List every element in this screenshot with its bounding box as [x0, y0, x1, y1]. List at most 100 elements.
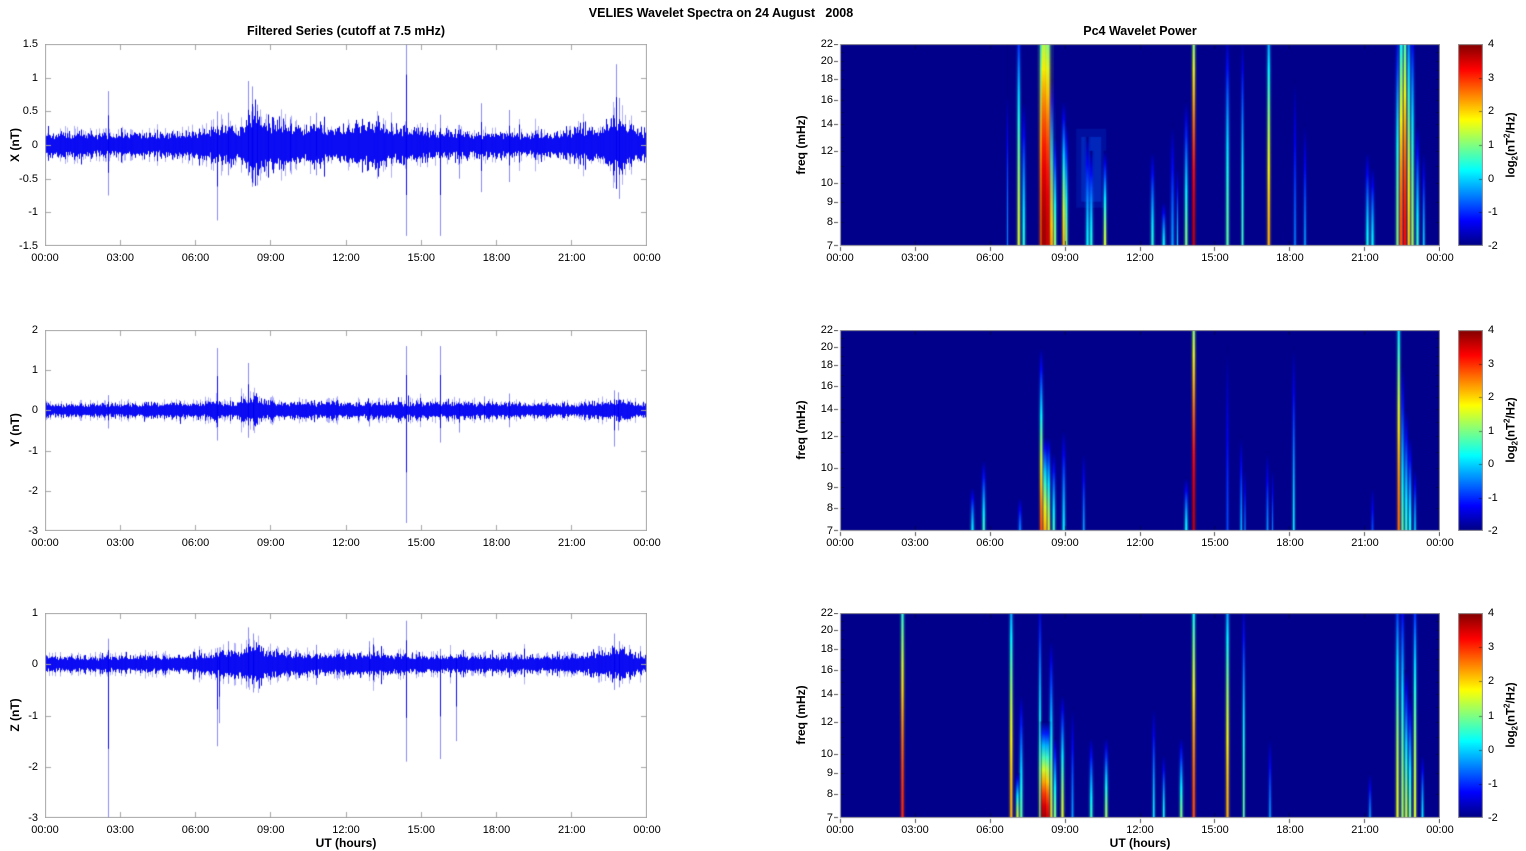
time-axis-tick-label: 12:00	[1126, 824, 1154, 836]
time-axis-tick-label: 00:00	[633, 252, 661, 264]
freq-axis-tick-label: 22	[820, 38, 833, 50]
y-wavelet-spectrogram	[834, 330, 1440, 537]
amplitude-axis-tick-label: 0	[31, 658, 38, 671]
time-axis-tick-label: 03:00	[106, 824, 135, 836]
x-wavelet-spectrogram	[834, 44, 1440, 252]
freq-axis-tick-label: 22	[820, 607, 833, 619]
amplitude-axis-tick-label: 1	[31, 607, 38, 619]
freq-axis-tick-label: 16	[820, 379, 833, 392]
time-axis-tick-label: 21:00	[1351, 537, 1379, 549]
amplitude-axis-tick-label: 1	[31, 364, 38, 377]
y-axis-label: Y (nT)	[8, 413, 22, 447]
colorbar-tick-label: 1	[1488, 709, 1495, 722]
time-axis-tick-label: 06:00	[181, 537, 210, 549]
colorbar-y	[1458, 330, 1483, 531]
freq-axis-tick-label: 9	[826, 195, 833, 208]
z-filtered-series-plot	[45, 613, 647, 818]
time-axis-tick-label: 00:00	[826, 252, 854, 264]
colorbar-tick-label: -2	[1488, 812, 1498, 824]
freq-axis-tick-label: 8	[826, 788, 833, 801]
time-axis-tick-label: 15:00	[407, 824, 436, 836]
colorbar-label-pre: log	[1505, 160, 1518, 178]
colorbar-tick-label: 0	[1488, 172, 1495, 185]
freq-axis-tick-label: 22	[820, 324, 833, 336]
colorbar-label-mid: (nT	[1505, 137, 1518, 156]
freq-axis-tick-label: 10	[820, 177, 833, 190]
amplitude-axis-tick-label: 0	[31, 404, 38, 417]
amplitude-axis-tick-label: -1	[28, 709, 38, 722]
colorbar-tick-label: 4	[1488, 324, 1495, 336]
colorbar-label-middle: log2(nT2/Hz)	[1502, 397, 1520, 463]
time-axis-tick-label: 18:00	[482, 252, 511, 264]
amplitude-axis-tick-label: -1	[28, 444, 38, 457]
time-axis-tick-label: 06:00	[976, 537, 1004, 549]
freq-axis-tick-label: 7	[826, 240, 833, 252]
time-axis-tick-label: 12:00	[332, 537, 360, 549]
freq-axis-tick-label: 20	[820, 624, 833, 637]
time-axis-tick-label: 18:00	[1276, 824, 1304, 836]
freq-axis-tick-label: 20	[820, 54, 833, 67]
time-axis-tick-label: 12:00	[332, 824, 360, 836]
freq-axis-tick-label: 8	[826, 501, 833, 514]
colorbar-label-post: /Hz)	[1505, 112, 1518, 134]
time-axis-tick-label: 12:00	[1126, 252, 1154, 264]
colorbar-tick-label: 2	[1488, 105, 1495, 118]
time-axis-tick-label: 21:00	[557, 824, 586, 836]
left-panels-title: Filtered Series (cutoff at 7.5 mHz)	[247, 24, 445, 38]
time-axis-tick-label: 18:00	[1276, 252, 1304, 264]
amplitude-axis-tick-label: 2	[31, 324, 38, 336]
wavelet-figure: VELIES Wavelet Spectra on 24 August 2008…	[0, 0, 1526, 851]
freq-axis-label-bottom: freq (mHz)	[794, 685, 808, 745]
amplitude-axis-tick-label: -1.5	[19, 240, 38, 252]
freq-axis-tick-label: 16	[820, 94, 833, 107]
colorbar-z	[1458, 613, 1483, 818]
x-filtered-series-plot	[45, 44, 647, 246]
time-axis-tick-label: 00:00	[31, 824, 59, 836]
right-xaxis-label: UT (hours)	[1109, 836, 1171, 850]
time-axis-tick-label: 00:00	[633, 824, 661, 836]
freq-axis-tick-label: 16	[820, 664, 833, 676]
time-axis-tick-label: 09:00	[256, 537, 285, 549]
time-axis-tick-label: 21:00	[1351, 824, 1379, 836]
amplitude-axis-tick-label: -2	[28, 484, 38, 497]
colorbar-tick-label: 1	[1488, 424, 1495, 437]
colorbar-tick-label: -1	[1488, 206, 1498, 219]
colorbar-label-sub: 2	[1510, 155, 1520, 161]
colorbar-label-sup: 2	[1502, 133, 1512, 138]
amplitude-axis-tick-label: -3	[28, 525, 38, 537]
time-axis-tick-label: 12:00	[1126, 537, 1154, 549]
colorbar-tick-label: 4	[1488, 38, 1495, 50]
time-axis-tick-label: 06:00	[976, 824, 1004, 836]
time-axis-tick-label: 15:00	[1201, 537, 1229, 549]
time-axis-tick-label: 18:00	[482, 537, 511, 549]
time-axis-tick-label: 00:00	[1426, 824, 1454, 836]
time-axis-tick-label: 09:00	[1051, 252, 1079, 264]
amplitude-axis-tick-label: 1.5	[22, 38, 38, 50]
colorbar-tick-label: 4	[1488, 607, 1495, 619]
freq-axis-tick-label: 12	[820, 715, 833, 728]
freq-axis-tick-label: 9	[826, 767, 833, 779]
time-axis-tick-label: 06:00	[181, 824, 210, 836]
colorbar-tick-label: -1	[1488, 777, 1498, 790]
freq-axis-tick-label: 10	[820, 462, 833, 475]
y-filtered-series-plot	[45, 330, 647, 531]
colorbar-tick-label: 2	[1488, 391, 1495, 403]
freq-axis-tick-label: 14	[820, 687, 833, 700]
time-axis-tick-label: 15:00	[407, 252, 436, 264]
freq-axis-tick-label: 8	[826, 216, 833, 229]
time-axis-tick-label: 15:00	[407, 537, 436, 549]
colorbar-tick-label: 0	[1488, 458, 1495, 470]
colorbar-tick-label: 0	[1488, 743, 1495, 756]
colorbar-tick-label: 3	[1488, 357, 1495, 370]
time-axis-tick-label: 15:00	[1201, 252, 1229, 264]
freq-axis-label-top: freq (mHz)	[794, 115, 808, 175]
freq-axis-tick-label: 18	[820, 359, 833, 372]
time-axis-tick-label: 21:00	[557, 537, 586, 549]
time-axis-tick-label: 03:00	[901, 824, 929, 836]
freq-axis-tick-label: 7	[826, 525, 833, 537]
colorbar-label-top: log2(nT2/Hz)	[1502, 112, 1519, 177]
time-axis-tick-label: 09:00	[256, 824, 285, 836]
time-axis-tick-label: 12:00	[332, 252, 360, 264]
amplitude-axis-tick-label: 0	[31, 139, 38, 151]
z-axis-label: Z (nT)	[8, 698, 22, 732]
